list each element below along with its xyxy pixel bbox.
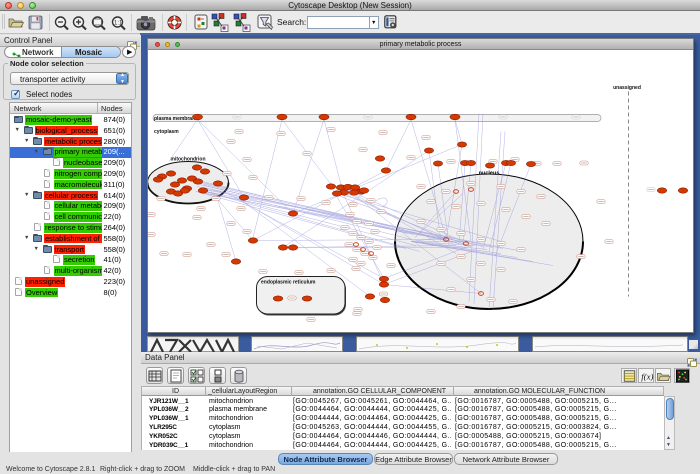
svg-text:1:1: 1:1 bbox=[114, 21, 123, 27]
svg-text:mitochondrion: mitochondrion bbox=[171, 157, 206, 163]
svg-text:unassigned: unassigned bbox=[613, 85, 641, 91]
svg-text:nucleus: nucleus bbox=[479, 171, 500, 177]
svg-text:endoplasmic reticulum: endoplasmic reticulum bbox=[261, 280, 316, 286]
svg-text:cytoplasm: cytoplasm bbox=[154, 129, 179, 135]
svg-text:plasma membrane: plasma membrane bbox=[154, 116, 198, 122]
svg-text:f(x): f(x) bbox=[641, 372, 653, 382]
